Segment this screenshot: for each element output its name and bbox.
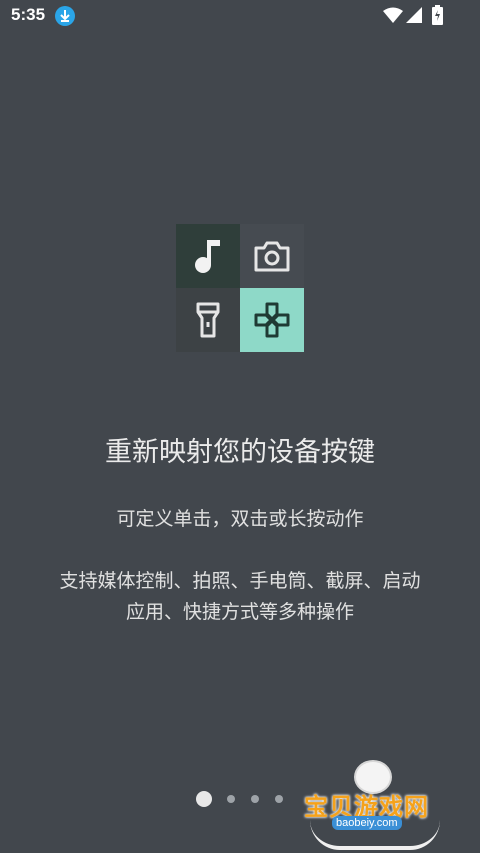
gamepad-tile [240, 288, 304, 352]
feature-icon-grid [176, 224, 304, 352]
status-bar: 5:35 [0, 0, 480, 32]
onboarding-title: 重新映射您的设备按键 [105, 437, 375, 468]
gamepad-icon [254, 302, 290, 338]
battery-icon [432, 5, 443, 25]
camera-tile [240, 224, 304, 288]
signal-icon [406, 7, 422, 23]
description-line-1: 支持媒体控制、拍照、手电筒、截屏、启动 [59, 570, 421, 592]
watermark-logo: 宝贝游戏网 baobeiy.com [302, 760, 452, 850]
onboarding-description: 支持媒体控制、拍照、手电筒、截屏、启动 应用、快捷方式等多种操作 [20, 566, 460, 628]
camera-icon [254, 241, 290, 272]
wifi-icon [383, 7, 403, 23]
page-dot-active[interactable] [196, 791, 212, 807]
watermark-url: baobeiy.com [332, 816, 402, 830]
page-dot[interactable] [227, 795, 235, 803]
flashlight-tile [176, 288, 240, 352]
flashlight-icon [196, 302, 220, 338]
page-dot[interactable] [275, 795, 283, 803]
download-icon [55, 6, 75, 26]
status-time: 5:35 [11, 5, 46, 24]
description-line-2: 应用、快捷方式等多种操作 [125, 601, 354, 623]
page-dot[interactable] [251, 795, 259, 803]
music-note-icon [195, 240, 220, 273]
onboarding-subtitle: 可定义单击，双击或长按动作 [116, 508, 364, 530]
music-tile [176, 224, 240, 288]
